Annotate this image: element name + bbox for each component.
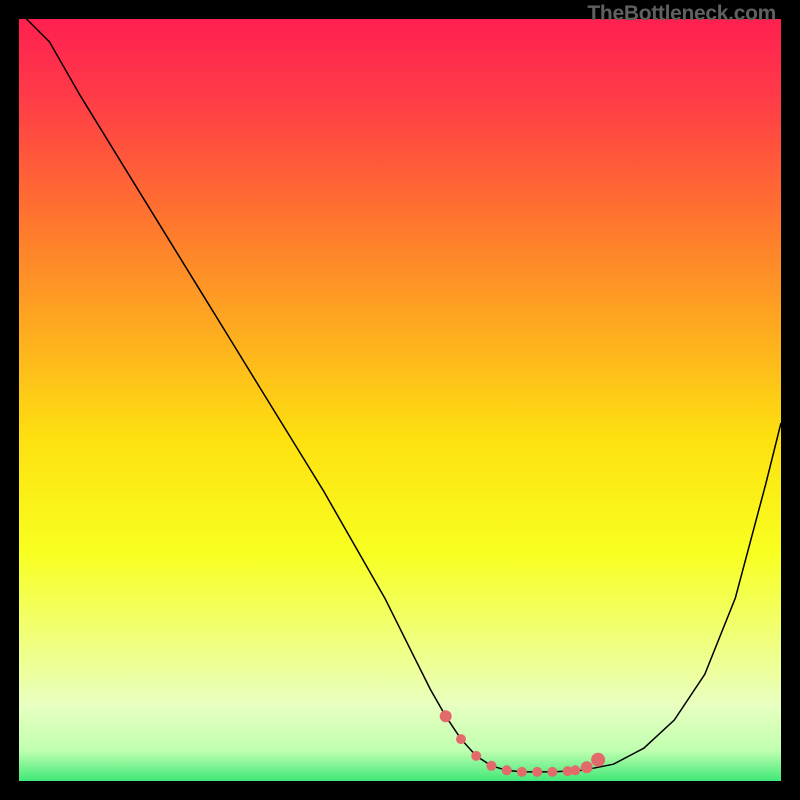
marker-dot (471, 751, 481, 761)
marker-dot (486, 761, 496, 771)
marker-dot (591, 753, 605, 767)
marker-dot (532, 767, 542, 777)
chart-container: TheBottleneck.com (0, 0, 800, 800)
marker-dot (570, 765, 580, 775)
marker-dot (502, 765, 512, 775)
marker-dot (440, 710, 452, 722)
plot-area (19, 19, 781, 781)
bottleneck-curve (19, 19, 781, 781)
marker-dot (456, 734, 466, 744)
marker-dot (547, 767, 557, 777)
marker-dot (581, 761, 593, 773)
watermark-text: TheBottleneck.com (587, 2, 776, 26)
marker-dot (517, 767, 527, 777)
